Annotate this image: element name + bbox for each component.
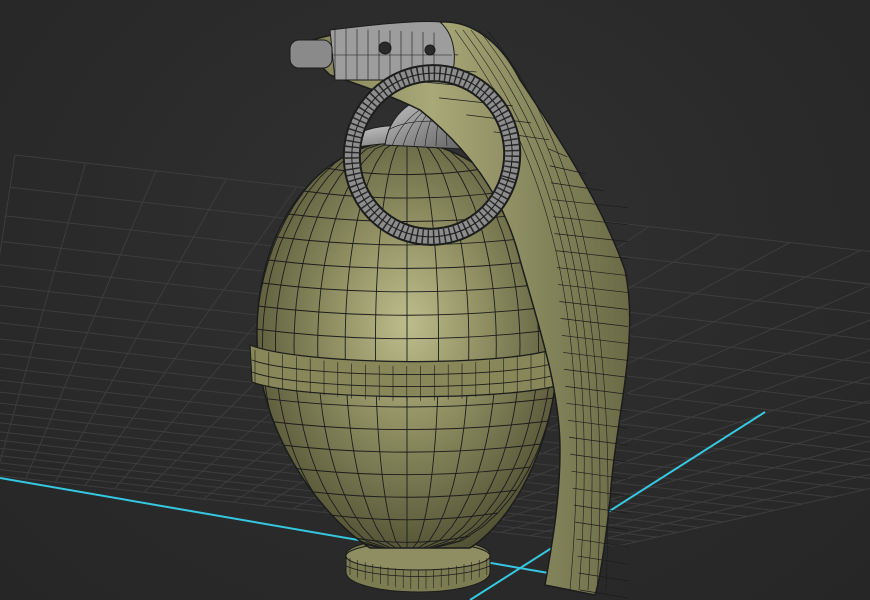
hinge-pin (289, 39, 333, 69)
viewport-canvas[interactable] (0, 0, 870, 600)
grid-line (0, 162, 86, 464)
3d-viewport[interactable] (0, 0, 870, 600)
grid-line (25, 170, 157, 479)
bracket-hole-icon (378, 41, 392, 55)
bracket-hole-icon (424, 44, 436, 56)
